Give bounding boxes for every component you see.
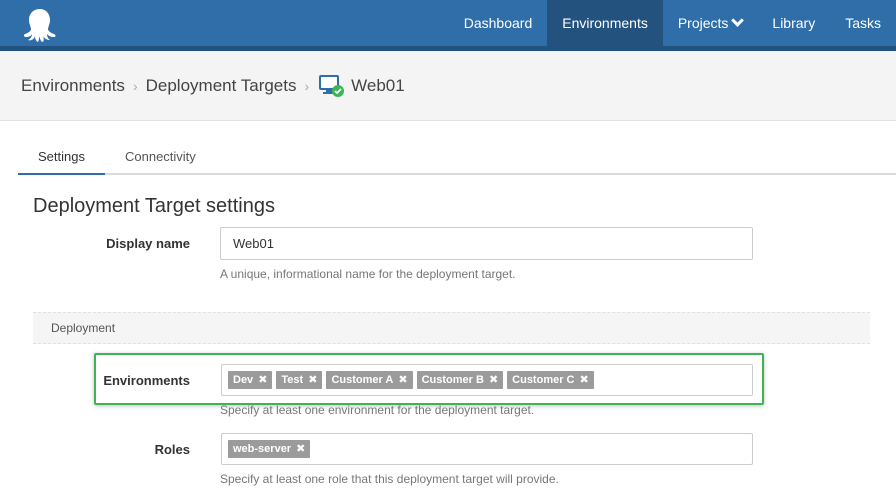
environment-tag-label: Customer C bbox=[512, 374, 575, 386]
nav-tasks[interactable]: Tasks bbox=[830, 0, 896, 46]
monitor-check-icon bbox=[319, 75, 345, 97]
nav-environments-label: Environments bbox=[562, 15, 648, 31]
role-tag-label: web-server bbox=[233, 443, 292, 455]
nav-dashboard-label: Dashboard bbox=[463, 15, 533, 31]
environment-tag-label: Test bbox=[281, 374, 304, 386]
octopus-logo-icon[interactable] bbox=[20, 7, 60, 43]
display-name-help: A unique, informational name for the dep… bbox=[220, 267, 516, 281]
nav-dashboard[interactable]: Dashboard bbox=[449, 0, 548, 46]
chevron-down-icon bbox=[731, 14, 745, 27]
breadcrumb-band: Environments › Deployment Targets › Web0… bbox=[0, 51, 896, 121]
breadcrumb-deployment-targets[interactable]: Deployment Targets bbox=[146, 76, 297, 96]
breadcrumb: Environments › Deployment Targets › Web0… bbox=[21, 51, 405, 121]
environment-tag-dev: Dev ✖ bbox=[228, 371, 273, 389]
top-navbar: Dashboard Environments Projects Library … bbox=[0, 0, 896, 51]
display-name-label: Display name bbox=[106, 236, 190, 251]
tab-connectivity[interactable]: Connectivity bbox=[105, 140, 216, 175]
environment-tag-test: Test ✖ bbox=[276, 371, 323, 389]
roles-label: Roles bbox=[154, 442, 190, 457]
environment-tag-label: Dev bbox=[233, 374, 254, 386]
close-icon[interactable]: ✖ bbox=[258, 371, 267, 389]
close-icon[interactable]: ✖ bbox=[580, 371, 589, 389]
breadcrumb-separator-icon: › bbox=[304, 78, 310, 94]
tab-settings[interactable]: Settings bbox=[18, 140, 105, 175]
roles-help: Specify at least one role that this depl… bbox=[220, 472, 559, 486]
environments-help: Specify at least one environment for the… bbox=[220, 403, 535, 417]
nav-projects-label: Projects bbox=[677, 15, 729, 31]
nav-tasks-label: Tasks bbox=[845, 15, 881, 31]
environments-input[interactable]: Dev ✖ Test ✖ Customer A ✖ Customer B ✖ Custo… bbox=[221, 364, 753, 396]
close-icon[interactable]: ✖ bbox=[296, 440, 305, 458]
environment-tag-customer-b: Customer B ✖ bbox=[416, 371, 504, 389]
environment-tag-label: Customer A bbox=[331, 374, 394, 386]
environment-tag-label: Customer B bbox=[421, 374, 484, 386]
page-title: Deployment Target settings bbox=[33, 195, 275, 217]
deployment-section-header: Deployment bbox=[33, 312, 870, 344]
breadcrumb-current: Web01 bbox=[351, 76, 405, 95]
close-icon[interactable]: ✖ bbox=[398, 371, 407, 389]
roles-input[interactable]: web-server ✖ bbox=[221, 433, 753, 465]
nav-library[interactable]: Library bbox=[757, 0, 830, 46]
nav-projects[interactable]: Projects bbox=[663, 0, 758, 46]
breadcrumb-environments[interactable]: Environments bbox=[21, 76, 125, 96]
display-name-input[interactable]: Web01 bbox=[220, 227, 753, 260]
breadcrumb-separator-icon: › bbox=[132, 78, 138, 94]
tab-strip: Settings Connectivity bbox=[18, 140, 896, 175]
main-nav: Dashboard Environments Projects Library … bbox=[449, 0, 896, 46]
role-tag-web-server: web-server ✖ bbox=[228, 440, 311, 458]
close-icon[interactable]: ✖ bbox=[308, 371, 317, 389]
nav-environments[interactable]: Environments bbox=[547, 0, 663, 46]
close-icon[interactable]: ✖ bbox=[489, 371, 498, 389]
environments-label: Environments bbox=[103, 373, 190, 388]
environment-tag-customer-a: Customer A ✖ bbox=[326, 371, 413, 389]
nav-library-label: Library bbox=[772, 15, 816, 31]
environment-tag-customer-c: Customer C ✖ bbox=[507, 371, 594, 389]
